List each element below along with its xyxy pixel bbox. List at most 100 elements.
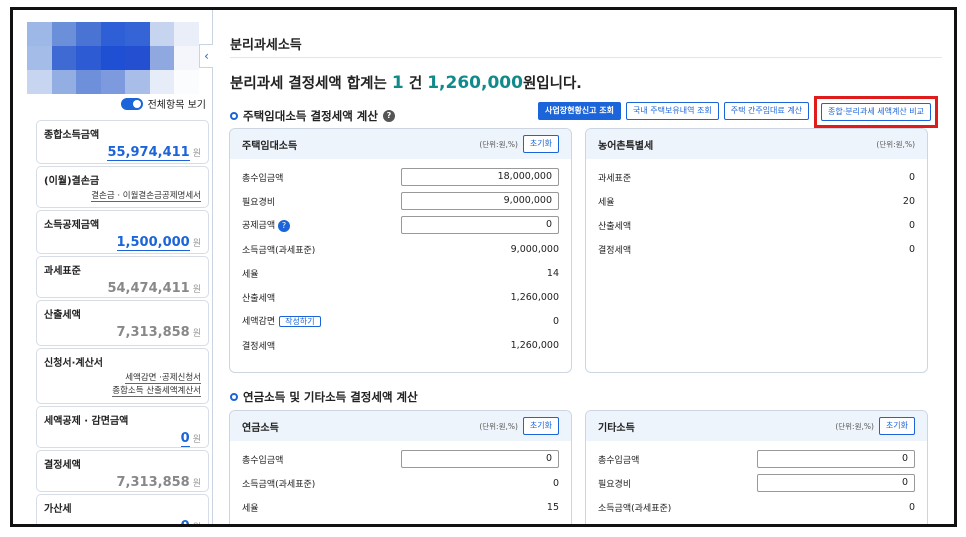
- unit: 원: [192, 149, 201, 159]
- summary-count: 1: [391, 73, 404, 93]
- row-label: 세율: [242, 269, 259, 280]
- write-button[interactable]: 작성하기: [279, 315, 321, 327]
- unit-label: (단위:원,%): [835, 421, 874, 431]
- reset-button[interactable]: 초기화: [522, 135, 559, 153]
- deemed-rent-calc-button[interactable]: 주택 간주임대료 계산: [723, 102, 810, 120]
- row-value: 0: [908, 219, 915, 231]
- unit: 원: [192, 329, 201, 339]
- row-label: 총수입금액: [242, 173, 284, 184]
- help-icon[interactable]: ?: [382, 110, 395, 122]
- section-label: 주택임대소득 결정세액 계산: [243, 109, 378, 123]
- panel-farm-special-tax: 농어촌특별세 (단위:원,%) 과세표준 0 세율 20 산출세액 0 결정세액 0: [585, 128, 928, 373]
- row-label: 산출세액: [242, 293, 276, 304]
- summary-count-unit: 건: [408, 76, 423, 92]
- card-total-income[interactable]: 종합소득금액 55,974,411 원: [36, 120, 209, 164]
- card-calculated-tax: 산출세액 7,313,858 원: [36, 300, 209, 346]
- card-label: 소득공제금액: [44, 220, 100, 231]
- row-label: 소득금액(과세표준): [242, 245, 316, 256]
- row-value: 0: [908, 171, 915, 183]
- unit: 원: [192, 479, 201, 489]
- panel-pension-income: 연금소득 (단위:원,%) 초기화 총수입금액 0 소득금액(과세표준) 0 세율 15: [229, 410, 572, 524]
- sidebar-collapse-icon[interactable]: ‹: [199, 44, 213, 68]
- card-income-deduction[interactable]: 소득공제금액 1,500,000 원: [36, 210, 209, 254]
- section-pension-title: 연금소득 및 기타소득 결정세액 계산: [230, 389, 418, 405]
- card-label: 신청서·계산서: [44, 358, 103, 369]
- card-tax-credit[interactable]: 세액공제 · 감면금액 0원: [36, 406, 209, 448]
- row-value: 0: [552, 315, 559, 327]
- reduction-form-link[interactable]: 세액감면 ·공제신청서: [125, 373, 201, 384]
- other-revenue-input[interactable]: 0: [757, 450, 915, 468]
- row-value: 0: [908, 501, 915, 513]
- bullet-icon: [230, 112, 238, 120]
- reset-button[interactable]: 초기화: [878, 417, 915, 435]
- card-loss[interactable]: (이월)결손금 결손금 · 이월결손금공제명세서: [36, 166, 209, 208]
- summary-text: 분리과세 결정세액 합계는 1 건 1,260,000원입니다.: [230, 72, 582, 93]
- row-value: 9,000,000: [510, 243, 559, 255]
- row-label: 과세표준: [598, 173, 632, 184]
- section-housing-title: 주택임대소득 결정세액 계산 ?: [230, 108, 395, 124]
- panel-other-income: 기타소득 (단위:원,%) 초기화 총수입금액 0 필요경비 0 소득금액(과세표준)…: [585, 410, 928, 524]
- row-value: 1,260,000: [510, 291, 559, 303]
- row-label: 총수입금액: [598, 455, 640, 466]
- card-label: 과세표준: [44, 266, 81, 277]
- unit: 원: [192, 435, 201, 445]
- row-label: 산출세액: [598, 221, 632, 232]
- card-label: 결정세액: [44, 460, 81, 471]
- divider: [230, 57, 942, 58]
- panel-housing-rental: 주택임대소득 (단위:원,%) 초기화 총수입금액 18,000,000 필요경비 9…: [229, 128, 572, 373]
- card-label: 가산세: [44, 504, 72, 515]
- row-label: 결정세액: [242, 341, 276, 352]
- unit-label: (단위:원,%): [876, 139, 915, 149]
- other-expense-input[interactable]: 0: [757, 474, 915, 492]
- tax-credit-value[interactable]: 0: [180, 431, 190, 447]
- deduction-input[interactable]: 0: [401, 216, 559, 234]
- section-label: 연금소득 및 기타소득 결정세액 계산: [243, 390, 418, 404]
- toggle-switch[interactable]: [120, 97, 143, 110]
- panel-title: 기타소득: [598, 422, 635, 434]
- summary-amount: 1,260,000: [427, 73, 523, 93]
- total-income-value[interactable]: 55,974,411: [107, 145, 190, 161]
- unit: 원: [193, 523, 201, 524]
- card-tax-base: 과세표준 54,474,411 원: [36, 256, 209, 298]
- unit-label: (단위:원,%): [479, 421, 518, 431]
- panel-title: 주택임대소득: [242, 140, 298, 152]
- row-value: 0: [552, 477, 559, 489]
- row-value: 0: [908, 243, 915, 255]
- pension-revenue-input[interactable]: 0: [401, 450, 559, 468]
- summary-prefix: 분리과세 결정세액 합계는: [230, 76, 387, 92]
- total-revenue-input[interactable]: 18,000,000: [401, 168, 559, 186]
- row-label: 소득금액(과세표준): [598, 503, 672, 514]
- row-label: 세율: [242, 503, 259, 514]
- show-all-toggle[interactable]: 전체항목 보기: [120, 96, 206, 111]
- highlight-box: 종합·분리과세 세액계산 비교: [814, 96, 938, 128]
- penalty-tax-value[interactable]: 0: [180, 519, 190, 524]
- row-label: 필요경비: [598, 479, 632, 490]
- calculated-tax-value: 7,313,858: [116, 325, 190, 340]
- reset-button[interactable]: 초기화: [522, 417, 559, 435]
- unit: 원: [192, 239, 201, 249]
- sidebar: 전체항목 보기 종합소득금액 55,974,411 원 (이월)결손금 결손금 ·…: [13, 10, 213, 524]
- deduction-value[interactable]: 1,500,000: [116, 235, 190, 251]
- row-value: 20: [902, 195, 915, 207]
- tax-compare-button[interactable]: 종합·분리과세 세액계산 비교: [821, 103, 931, 121]
- card-label: (이월)결손금: [44, 176, 100, 187]
- toggle-label: 전체항목 보기: [147, 100, 206, 111]
- card-applications[interactable]: 신청서·계산서 세액감면 ·공제신청서종합소득 산출세액계산서: [36, 348, 209, 404]
- row-label: 공제금액: [242, 221, 276, 232]
- row-value: 15: [546, 501, 559, 513]
- card-penalty-tax[interactable]: 가산세 0원: [36, 494, 209, 524]
- panel-title: 농어촌특별세: [598, 140, 654, 152]
- row-value: 14: [546, 267, 559, 279]
- expense-input[interactable]: 9,000,000: [401, 192, 559, 210]
- business-report-lookup-button[interactable]: 사업장현황신고 조회: [538, 102, 622, 120]
- final-tax-value: 7,313,858: [116, 475, 190, 490]
- row-label: 총수입금액: [242, 455, 284, 466]
- row-label: 필요경비: [242, 197, 276, 208]
- row-value: 1,260,000: [510, 339, 559, 351]
- loss-form-link[interactable]: 결손금 · 이월결손금공제명세서: [91, 191, 201, 202]
- help-icon[interactable]: ?: [278, 219, 290, 232]
- tax-calc-form-link[interactable]: 종합소득 산출세액계산서: [112, 386, 201, 397]
- screenshot-frame: 전체항목 보기 종합소득금액 55,974,411 원 (이월)결손금 결손금 ·…: [10, 7, 957, 527]
- unit-label: (단위:원,%): [479, 139, 518, 149]
- domestic-housing-lookup-button[interactable]: 국내 주택보유내역 조회: [626, 102, 719, 120]
